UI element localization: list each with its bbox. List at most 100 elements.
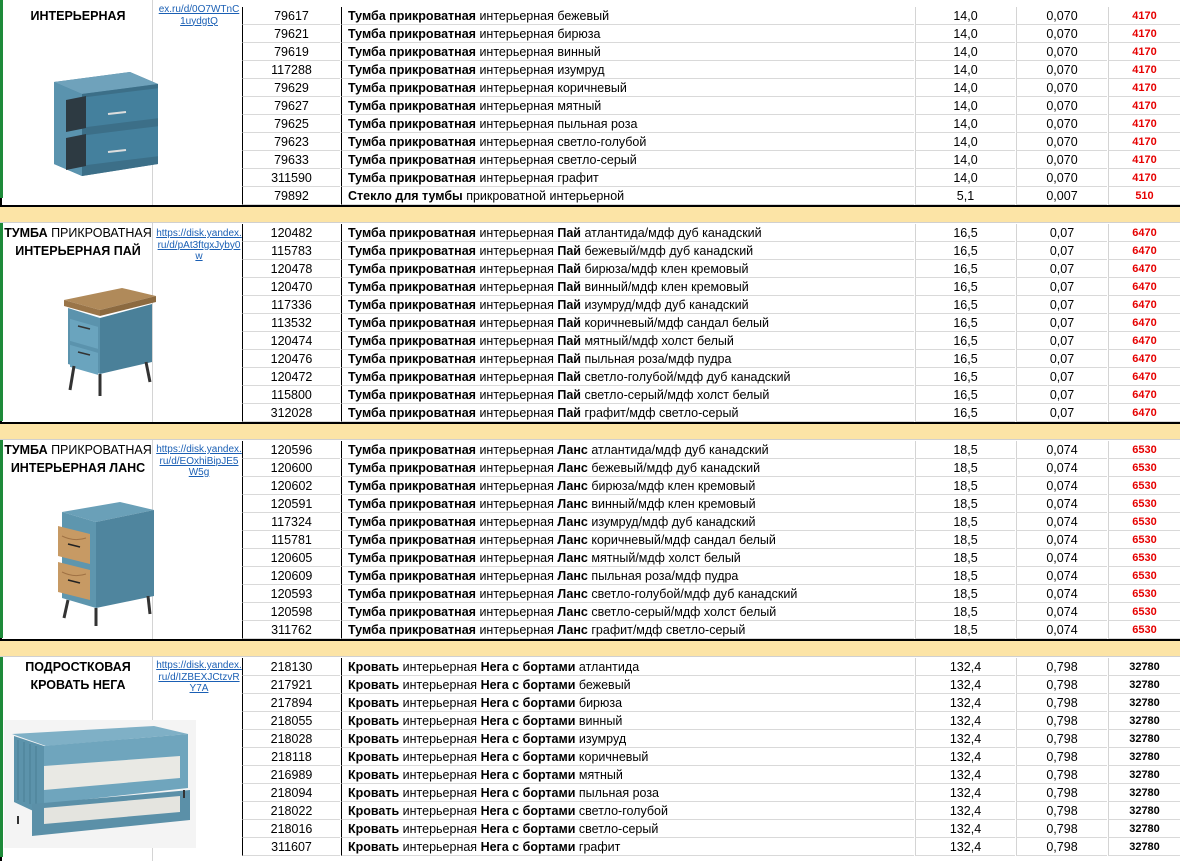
weight-cell[interactable]: 0,070 (1016, 97, 1107, 115)
product-name-cell[interactable]: Тумба прикроватная интерьерная Пай графи… (341, 404, 914, 422)
weight-cell[interactable]: 0,074 (1016, 477, 1107, 495)
table-row[interactable]: 115800 Тумба прикроватная интерьерная Пай… (0, 386, 1180, 404)
weight-cell[interactable]: 0,07 (1016, 278, 1107, 296)
table-row[interactable]: 113532 Тумба прикроватная интерьерная Пай… (0, 314, 1180, 332)
article-code-cell[interactable]: 218094 (242, 784, 340, 802)
volume-cell[interactable]: 14,0 (915, 151, 1015, 169)
table-row[interactable]: 217921 Кровать интерьерная Нега с бортами… (0, 676, 1180, 694)
volume-cell[interactable]: 14,0 (915, 79, 1015, 97)
table-row[interactable]: 79629 Тумба прикроватная интерьерная кори… (0, 79, 1180, 97)
volume-cell[interactable]: 18,5 (915, 531, 1015, 549)
table-row[interactable]: 120596 Тумба прикроватная интерьерная Лан… (0, 441, 1180, 459)
weight-cell[interactable]: 0,798 (1016, 766, 1107, 784)
volume-cell[interactable]: 18,5 (915, 603, 1015, 621)
table-row[interactable]: 79617 Тумба прикроватная интерьерная беже… (0, 7, 1180, 25)
article-code-cell[interactable]: 218016 (242, 820, 340, 838)
article-code-cell[interactable]: 218130 (242, 658, 340, 676)
article-code-cell[interactable]: 120600 (242, 459, 340, 477)
volume-cell[interactable]: 18,5 (915, 513, 1015, 531)
table-row[interactable]: 312028 Тумба прикроватная интерьерная Пай… (0, 404, 1180, 422)
price-cell[interactable]: 6470 (1108, 296, 1180, 314)
article-code-cell[interactable]: 117336 (242, 296, 340, 314)
table-row[interactable]: 120593 Тумба прикроватная интерьерная Лан… (0, 585, 1180, 603)
table-row[interactable]: 218016 Кровать интерьерная Нега с бортами… (0, 820, 1180, 838)
volume-cell[interactable]: 16,5 (915, 404, 1015, 422)
article-code-cell[interactable]: 120472 (242, 368, 340, 386)
product-name-cell[interactable]: Тумба прикроватная интерьерная коричневы… (341, 79, 914, 97)
volume-cell[interactable]: 18,5 (915, 549, 1015, 567)
product-name-cell[interactable]: Тумба прикроватная интерьерная Ланс граф… (341, 621, 914, 639)
table-row[interactable]: 120482 Тумба прикроватная интерьерная Пай… (0, 224, 1180, 242)
price-cell[interactable]: 32780 (1108, 784, 1180, 802)
weight-cell[interactable]: 0,070 (1016, 7, 1107, 25)
weight-cell[interactable]: 0,074 (1016, 603, 1107, 621)
weight-cell[interactable]: 0,074 (1016, 531, 1107, 549)
table-row[interactable]: 120476 Тумба прикроватная интерьерная Пай… (0, 350, 1180, 368)
table-row[interactable]: 311762 Тумба прикроватная интерьерная Лан… (0, 621, 1180, 639)
article-code-cell[interactable]: 120474 (242, 332, 340, 350)
weight-cell[interactable]: 0,074 (1016, 513, 1107, 531)
table-row[interactable]: 311590 Тумба прикроватная интерьерная гра… (0, 169, 1180, 187)
price-cell[interactable]: 32780 (1108, 712, 1180, 730)
price-cell[interactable]: 6530 (1108, 531, 1180, 549)
table-row[interactable]: 311607 Кровать интерьерная Нега с бортами… (0, 838, 1180, 856)
product-name-cell[interactable]: Кровать интерьерная Нега с бортами графи… (341, 838, 914, 856)
weight-cell[interactable]: 0,074 (1016, 621, 1107, 639)
product-name-cell[interactable]: Тумба прикроватная интерьерная светло-го… (341, 133, 914, 151)
volume-cell[interactable]: 14,0 (915, 115, 1015, 133)
product-name-cell[interactable]: Тумба прикроватная интерьерная мятный (341, 97, 914, 115)
volume-cell[interactable]: 18,5 (915, 477, 1015, 495)
volume-cell[interactable]: 18,5 (915, 585, 1015, 603)
weight-cell[interactable]: 0,798 (1016, 784, 1107, 802)
table-row[interactable]: 120600 Тумба прикроватная интерьерная Лан… (0, 459, 1180, 477)
volume-cell[interactable]: 16,5 (915, 296, 1015, 314)
price-cell[interactable]: 32780 (1108, 802, 1180, 820)
price-cell[interactable]: 6470 (1108, 368, 1180, 386)
price-cell[interactable]: 32780 (1108, 820, 1180, 838)
weight-cell[interactable]: 0,074 (1016, 441, 1107, 459)
price-cell[interactable]: 6530 (1108, 459, 1180, 477)
product-name-cell[interactable]: Кровать интерьерная Нега с бортами светл… (341, 802, 914, 820)
product-name-cell[interactable]: Тумба прикроватная интерьерная Пай бирюз… (341, 260, 914, 278)
volume-cell[interactable]: 132,4 (915, 730, 1015, 748)
price-cell[interactable]: 32780 (1108, 838, 1180, 856)
volume-cell[interactable]: 16,5 (915, 350, 1015, 368)
weight-cell[interactable]: 0,074 (1016, 495, 1107, 513)
price-cell[interactable]: 4170 (1108, 25, 1180, 43)
weight-cell[interactable]: 0,798 (1016, 838, 1107, 856)
product-name-cell[interactable]: Кровать интерьерная Нега с бортами бирюз… (341, 694, 914, 712)
table-row[interactable]: 218094 Кровать интерьерная Нега с бортами… (0, 784, 1180, 802)
table-row[interactable]: 216989 Кровать интерьерная Нега с бортами… (0, 766, 1180, 784)
price-cell[interactable]: 32780 (1108, 766, 1180, 784)
volume-cell[interactable]: 132,4 (915, 784, 1015, 802)
article-code-cell[interactable]: 79892 (242, 187, 340, 205)
volume-cell[interactable]: 16,5 (915, 224, 1015, 242)
weight-cell[interactable]: 0,798 (1016, 658, 1107, 676)
article-code-cell[interactable]: 218118 (242, 748, 340, 766)
volume-cell[interactable]: 14,0 (915, 133, 1015, 151)
product-name-cell[interactable]: Тумба прикроватная интерьерная винный (341, 43, 914, 61)
table-row[interactable]: 218130 Кровать интерьерная Нега с бортами… (0, 658, 1180, 676)
product-name-cell[interactable]: Тумба прикроватная интерьерная Пай пыльн… (341, 350, 914, 368)
article-code-cell[interactable]: 113532 (242, 314, 340, 332)
weight-cell[interactable]: 0,07 (1016, 368, 1107, 386)
price-cell[interactable]: 4170 (1108, 169, 1180, 187)
volume-cell[interactable]: 18,5 (915, 567, 1015, 585)
table-row[interactable]: 115781 Тумба прикроватная интерьерная Лан… (0, 531, 1180, 549)
product-name-cell[interactable]: Тумба прикроватная интерьерная Ланс кори… (341, 531, 914, 549)
article-code-cell[interactable]: 217894 (242, 694, 340, 712)
table-row[interactable]: 117336 Тумба прикроватная интерьерная Пай… (0, 296, 1180, 314)
volume-cell[interactable]: 16,5 (915, 332, 1015, 350)
article-code-cell[interactable]: 120591 (242, 495, 340, 513)
table-row[interactable]: 218055 Кровать интерьерная Нега с бортами… (0, 712, 1180, 730)
price-cell[interactable]: 4170 (1108, 43, 1180, 61)
weight-cell[interactable]: 0,070 (1016, 61, 1107, 79)
weight-cell[interactable]: 0,07 (1016, 350, 1107, 368)
weight-cell[interactable]: 0,07 (1016, 314, 1107, 332)
article-code-cell[interactable]: 311607 (242, 838, 340, 856)
volume-cell[interactable]: 14,0 (915, 7, 1015, 25)
article-code-cell[interactable]: 120476 (242, 350, 340, 368)
table-row[interactable]: 120591 Тумба прикроватная интерьерная Лан… (0, 495, 1180, 513)
article-code-cell[interactable]: 120598 (242, 603, 340, 621)
product-name-cell[interactable]: Тумба прикроватная интерьерная пыльная р… (341, 115, 914, 133)
